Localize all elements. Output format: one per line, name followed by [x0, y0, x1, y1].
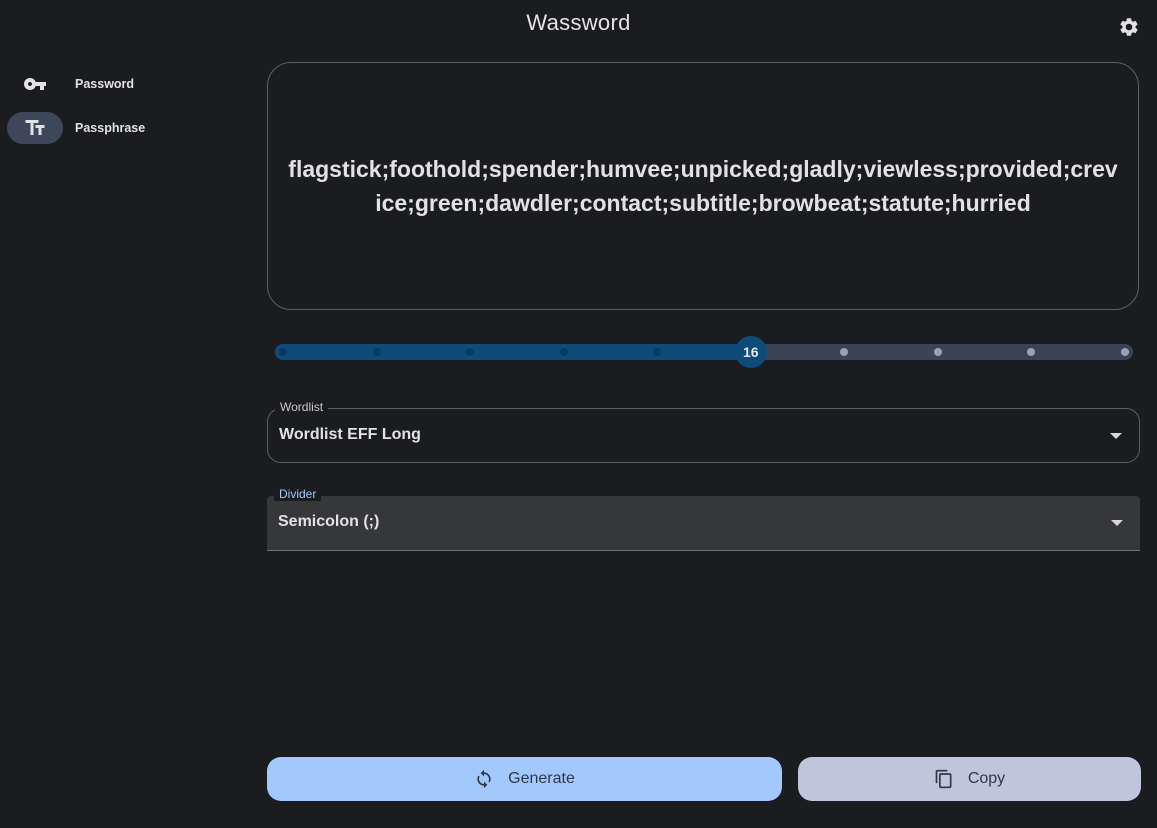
wordlist-label: Wordlist [275, 400, 329, 414]
divider-select[interactable]: Divider Semicolon (;) [267, 487, 1140, 551]
slider-tick-mark [372, 348, 381, 356]
refresh-icon [474, 769, 494, 789]
app-title: Wassword [526, 10, 631, 35]
wordlist-select[interactable]: Wordlist Wordlist EFF Long [267, 400, 1140, 463]
slider-thumb[interactable]: 16 [734, 336, 767, 368]
slider-tick-mark [933, 348, 942, 356]
wordlist-value: Wordlist EFF Long [279, 426, 421, 443]
gear-icon [1120, 18, 1138, 36]
generate-label: Generate [508, 770, 575, 787]
slider-tick-mark [1121, 348, 1129, 356]
nav-icon-container [7, 112, 63, 144]
length-slider[interactable]: 16 [275, 336, 1133, 368]
nav-label-password: Password [75, 77, 135, 91]
nav-label-passphrase: Passphrase [75, 121, 146, 135]
divider-value: Semicolon (;) [278, 513, 380, 530]
copy-label: Copy [967, 770, 1006, 787]
generate-button[interactable]: Generate [267, 757, 782, 801]
slider-tick-mark [559, 348, 568, 356]
passphrase-output: flagstick;foothold;spender;humvee;unpick… [288, 156, 1118, 216]
app-window: Wassword Password Passphrase flagstick;f… [0, 0, 1157, 828]
nav-item-passphrase[interactable]: Passphrase [7, 112, 227, 144]
copy-button[interactable]: Copy [798, 757, 1141, 801]
text-fields-icon [25, 120, 45, 135]
passphrase-output-card: flagstick;foothold;spender;humvee;unpick… [267, 62, 1139, 310]
divider-label: Divider [274, 487, 322, 501]
nav-icon-container [7, 68, 63, 100]
dropdown-arrow-icon [1110, 433, 1122, 439]
copy-icon [934, 769, 954, 789]
nav-item-password[interactable]: Password [7, 68, 227, 100]
key-icon [24, 78, 46, 90]
slider-tick-mark [279, 348, 287, 356]
slider-active-track [275, 344, 751, 360]
slider-value-label: 16 [742, 344, 759, 360]
settings-button[interactable] [1114, 12, 1144, 42]
dropdown-arrow-icon [1111, 520, 1123, 526]
